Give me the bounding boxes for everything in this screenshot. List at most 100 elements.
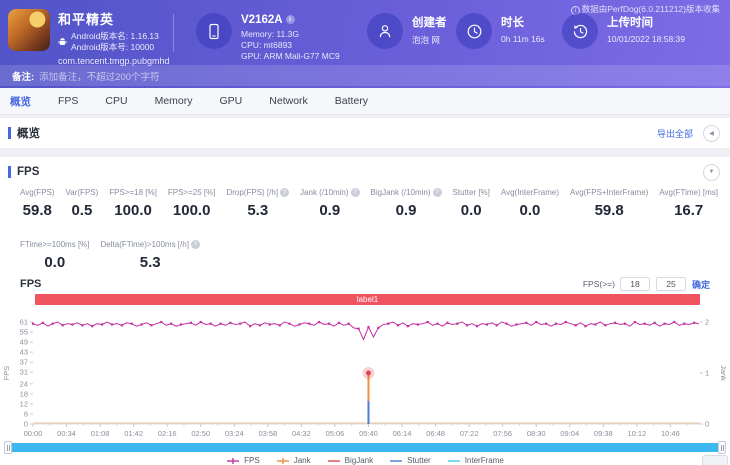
upload-value: 10/01/2022 18:58:39 xyxy=(607,34,685,44)
fps-chart-title: FPS xyxy=(20,278,42,290)
svg-text:6: 6 xyxy=(24,409,28,418)
svg-text:24: 24 xyxy=(20,379,28,388)
tab-概览[interactable]: 概览 xyxy=(10,94,48,109)
svg-text:03:24: 03:24 xyxy=(225,429,244,438)
svg-text:1: 1 xyxy=(705,369,709,378)
upload-block: 上传时间 10/01/2022 18:58:39 xyxy=(562,13,685,49)
device-info-icon[interactable]: i xyxy=(285,15,295,24)
android-icon xyxy=(58,37,67,47)
stat-delta-ftime-100ms-h-: Delta(FTime)>100ms [/h]? 5.3 xyxy=(101,240,200,271)
stat-bigjank-10min-: BigJank (/10min)? 0.9 xyxy=(371,188,442,219)
legend-marker-icon xyxy=(447,459,460,462)
svg-text:09:38: 09:38 xyxy=(594,429,613,438)
upload-label: 上传时间 xyxy=(607,17,653,29)
fps-line-chart[interactable]: 00:00 00:34 01:08 01:42 02:16 02:50 03:24 03:58… xyxy=(0,307,730,443)
help-icon[interactable]: ? xyxy=(280,188,290,197)
tab-GPU[interactable]: GPU xyxy=(220,95,260,107)
svg-text:09:04: 09:04 xyxy=(560,429,579,438)
svg-text:02:50: 02:50 xyxy=(191,429,210,438)
creator-label: 创建者 xyxy=(412,17,447,29)
help-icon[interactable]: ? xyxy=(350,188,360,197)
svg-text:00:34: 00:34 xyxy=(57,429,76,438)
svg-text:03:58: 03:58 xyxy=(258,429,277,438)
note-input[interactable]: 备注: 添加备注，不超过200个字符 xyxy=(0,65,730,86)
confirm-button[interactable]: 确定 xyxy=(692,278,710,291)
app-block: 和平精英 Android版本名: 1.16.13 Android版本号: 100… xyxy=(8,9,170,66)
svg-text:06:48: 06:48 xyxy=(426,429,445,438)
tab-CPU[interactable]: CPU xyxy=(105,95,144,107)
fps-stats-row-1: Avg(FPS) 59.8 Var(FPS) 0.5 FPS>=18 [%] 1… xyxy=(20,188,718,219)
stat-avg-fps-interframe-: Avg(FPS+InterFrame) 59.8 xyxy=(570,188,649,219)
device-model: V2162A xyxy=(241,14,283,26)
range-handle-left[interactable] xyxy=(4,441,12,454)
legend-marker-icon xyxy=(390,459,403,462)
svg-text:0: 0 xyxy=(705,420,709,429)
stat-jank-10min-: Jank (/10min)? 0.9 xyxy=(300,188,360,219)
legend-item-stutter[interactable]: Stutter xyxy=(389,456,431,465)
svg-text:0: 0 xyxy=(24,420,28,429)
svg-text:Jank: Jank xyxy=(719,365,728,381)
svg-text:10:12: 10:12 xyxy=(627,429,646,438)
corner-button[interactable] xyxy=(702,455,728,465)
upload-history-icon xyxy=(562,13,598,49)
help-icon[interactable]: ? xyxy=(432,188,442,197)
android-version-name: Android版本名: 1.16.13 xyxy=(71,31,159,41)
stat-drop-fps-h-: Drop(FPS) [/h]? 5.3 xyxy=(226,188,290,219)
section-accent xyxy=(8,166,11,178)
stat-var-fps-: Var(FPS) 0.5 xyxy=(65,188,99,219)
legend-item-jank[interactable]: Jank xyxy=(276,456,311,465)
export-all-link[interactable]: 导出全部 xyxy=(657,127,693,140)
tab-FPS[interactable]: FPS xyxy=(58,95,95,107)
header-divider xyxy=(173,14,174,52)
svg-text:00:00: 00:00 xyxy=(24,429,43,438)
chart-legend: FPS Jank BigJank Stutter InterFrame xyxy=(0,456,730,465)
fps-card: FPS ▼ Avg(FPS) 59.8 Var(FPS) 0.5 FPS>=18… xyxy=(0,157,730,465)
collapse-down-icon[interactable]: ▼ xyxy=(703,163,720,181)
tab-Memory[interactable]: Memory xyxy=(155,95,210,107)
section-accent xyxy=(8,127,11,139)
fps-stats-row-2: FTime>=100ms [%] 0.0 Delta(FTime)>100ms … xyxy=(20,240,200,271)
device-memory: Memory: 11.3G xyxy=(241,29,299,39)
stat-avg-interframe-: Avg(InterFrame) 0.0 xyxy=(500,188,559,219)
collapse-left-icon[interactable]: ◀ xyxy=(703,124,720,142)
svg-text:18: 18 xyxy=(20,389,28,398)
svg-text:61: 61 xyxy=(20,318,28,327)
svg-text:02:16: 02:16 xyxy=(158,429,177,438)
stat-fps-18-: FPS>=18 [%] 100.0 xyxy=(109,188,157,219)
svg-text:2: 2 xyxy=(705,318,709,327)
fps-threshold-input-1[interactable] xyxy=(619,277,650,291)
device-gpu: GPU: ARM Mali-G77 MC9 xyxy=(241,51,340,61)
legend-item-interframe[interactable]: InterFrame xyxy=(447,456,504,465)
duration-block: 时长 0h 11m 16s xyxy=(456,13,545,49)
note-label: 备注: xyxy=(12,71,35,83)
perfdog-report-page: i 数据由PerfDog(6.0.211212)版本收集 和平精英 Android… xyxy=(0,0,730,465)
chart-range-scrollbar[interactable] xyxy=(8,443,722,452)
svg-text:FPS: FPS xyxy=(2,366,11,381)
svg-text:05:06: 05:06 xyxy=(326,429,345,438)
svg-text:07:22: 07:22 xyxy=(460,429,479,438)
svg-text:04:32: 04:32 xyxy=(292,429,311,438)
tab-Battery[interactable]: Battery xyxy=(335,95,385,107)
svg-text:01:08: 01:08 xyxy=(91,429,110,438)
svg-text:37: 37 xyxy=(20,358,28,367)
device-cpu: CPU: mt6893 xyxy=(241,40,293,50)
fps-chart-header: FPS FPS(>=) 确定 xyxy=(20,277,710,291)
clock-icon xyxy=(456,13,492,49)
label1-band[interactable]: label1 xyxy=(35,294,700,305)
fps-threshold-label: FPS(>=) xyxy=(582,279,615,289)
svg-text:07:56: 07:56 xyxy=(493,429,512,438)
duration-value: 0h 11m 16s xyxy=(501,34,545,44)
svg-text:05:40: 05:40 xyxy=(359,429,378,438)
legend-item-fps[interactable]: FPS xyxy=(226,456,260,465)
tab-Network[interactable]: Network xyxy=(269,95,325,107)
legend-item-bigjank[interactable]: BigJank xyxy=(327,456,373,465)
device-block: V2162A i Memory: 11.3G CPU: mt6893 GPU: A… xyxy=(196,13,340,62)
legend-marker-icon xyxy=(227,457,240,464)
help-icon[interactable]: ? xyxy=(190,240,200,249)
user-icon xyxy=(367,13,403,49)
fps-threshold-input-2[interactable] xyxy=(655,277,686,291)
note-placeholder: 添加备注，不超过200个字符 xyxy=(39,71,160,83)
android-version-code: Android版本号: 10000 xyxy=(71,42,155,52)
phone-icon xyxy=(196,13,232,49)
range-handle-right[interactable] xyxy=(718,441,726,454)
